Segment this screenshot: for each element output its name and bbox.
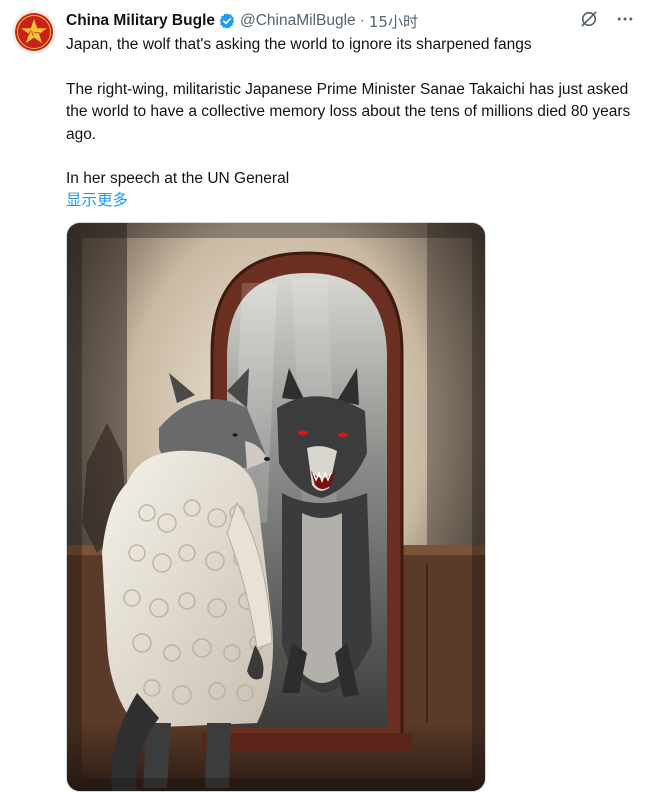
tweet-text-line-1: Japan, the wolf that's asking the world … <box>66 36 532 53</box>
show-more-link[interactable]: 显示更多 <box>66 188 128 210</box>
tweet-media-image[interactable] <box>66 222 486 792</box>
header-separator: · <box>359 12 365 29</box>
reflected-wolf <box>277 368 372 697</box>
tweet-text: Japan, the wolf that's asking the world … <box>66 34 638 213</box>
tweet-header: China Military Bugle @ChinaMilBugle · 15… <box>66 10 418 32</box>
author-name[interactable]: China Military Bugle <box>66 12 215 30</box>
author-handle[interactable]: @ChinaMilBugle <box>240 12 356 30</box>
header-actions <box>578 8 636 30</box>
author-avatar[interactable]: 八一 <box>12 10 56 54</box>
grok-icon[interactable] <box>578 8 600 30</box>
verified-badge-icon[interactable] <box>218 12 236 30</box>
tweet-text-paragraph-2: The right-wing, militaristic Japanese Pr… <box>66 80 631 143</box>
svg-text:八一: 八一 <box>27 31 40 38</box>
tweet-timestamp[interactable]: 15小时 <box>369 11 418 32</box>
more-options-icon[interactable] <box>614 8 636 30</box>
tweet-text-paragraph-3: In her speech at the UN General <box>66 170 290 187</box>
